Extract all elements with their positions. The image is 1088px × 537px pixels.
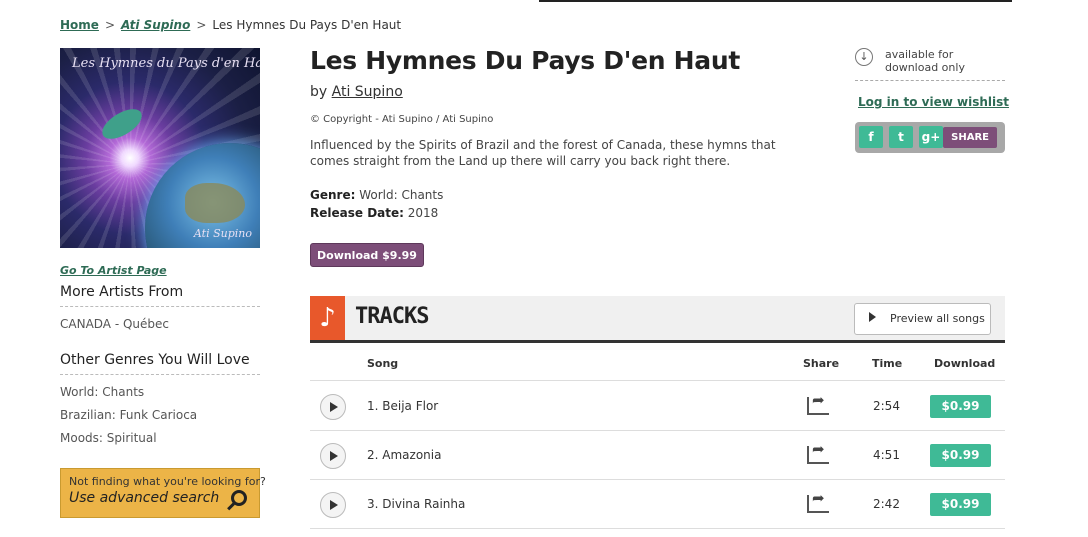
release-date-label: Release Date: — [310, 206, 404, 220]
facebook-icon[interactable]: f — [859, 126, 883, 148]
artist-link[interactable]: Ati Supino — [332, 84, 403, 100]
share-icon[interactable] — [807, 391, 829, 415]
share-icon[interactable] — [807, 440, 829, 464]
play-icon — [869, 312, 876, 322]
track-time: 4:51 — [873, 448, 900, 462]
music-note-icon: ♪ — [310, 296, 345, 340]
go-to-artist-page-link[interactable]: Go To Artist Page — [60, 264, 167, 277]
breadcrumb-artist-link[interactable]: Ati Supino — [121, 18, 190, 32]
track-title: 3. Divina Rainha — [367, 497, 466, 511]
cover-landmass — [185, 183, 245, 223]
genre-item[interactable]: Brazilian: Funk Carioca — [60, 408, 197, 422]
col-time: Time — [872, 357, 903, 370]
copyright-notice: © Copyright - Ati Supino / Ati Supino — [310, 114, 494, 125]
tracks-header-bar: ♪ TRACKS Preview all songs — [310, 296, 1005, 343]
twitter-icon[interactable]: t — [889, 126, 913, 148]
release-date-value: 2018 — [407, 206, 439, 220]
tracks-table-header: Song Share Time Download — [310, 346, 1005, 381]
more-artists-item[interactable]: CANADA - Québec — [60, 317, 169, 331]
buy-track-button[interactable]: $0.99 — [930, 444, 991, 467]
download-icon: ↓ — [855, 48, 873, 66]
col-download: Download — [934, 357, 996, 370]
play-track-button[interactable] — [320, 492, 346, 518]
genre-item[interactable]: World: Chants — [60, 385, 144, 399]
download-album-button[interactable]: Download $9.99 — [310, 243, 424, 267]
breadcrumb-separator: > — [104, 18, 115, 32]
breadcrumb-home-link[interactable]: Home — [60, 18, 99, 32]
genre-line: Genre: World: Chants — [310, 188, 443, 202]
preview-all-songs-button[interactable]: Preview all songs — [854, 303, 991, 335]
cover-title-text: Les Hymnes du Pays d'en Haut — [72, 56, 260, 71]
track-time: 2:42 — [873, 497, 900, 511]
availability-text: available for download only — [885, 48, 965, 74]
track-time: 2:54 — [873, 399, 900, 413]
album-cover[interactable]: Les Hymnes du Pays d'en Haut Ati Supino — [60, 48, 260, 248]
breadcrumb: Home > Ati Supino > Les Hymnes Du Pays D'en … — [60, 18, 401, 32]
track-title: 1. Beija Flor — [367, 399, 439, 413]
by-prefix: by — [310, 84, 328, 100]
preview-all-label: Preview all songs — [890, 312, 985, 325]
album-title: Les Hymnes Du Pays D'en Haut — [310, 46, 740, 75]
other-genres-heading: Other Genres You Will Love — [60, 352, 260, 375]
release-date-line: Release Date: 2018 — [310, 206, 438, 220]
track-title: 2. Amazonia — [367, 448, 442, 462]
col-song: Song — [367, 357, 399, 370]
genre-label: Genre: — [310, 188, 356, 202]
share-bar: f t g+ SHARE — [855, 122, 1005, 153]
play-track-button[interactable] — [320, 394, 346, 420]
share-icon[interactable] — [807, 489, 829, 513]
table-row: 1. Beija Flor 2:54 $0.99 — [310, 382, 1005, 431]
col-share: Share — [803, 357, 840, 370]
more-artists-heading: More Artists From — [60, 284, 260, 307]
breadcrumb-separator: > — [196, 18, 207, 32]
magnifier-icon[interactable] — [231, 490, 247, 506]
play-track-button[interactable] — [320, 443, 346, 469]
cover-artist-text: Ati Supino — [193, 227, 252, 240]
search-prompt: Not finding what you're looking for? — [69, 475, 266, 488]
breadcrumb-current: Les Hymnes Du Pays D'en Haut — [212, 18, 402, 32]
album-description: Influenced by the Spirits of Brazil and … — [310, 138, 776, 168]
advanced-search-link[interactable]: Use advanced search — [69, 490, 251, 506]
genre-value: World: Chants — [359, 188, 444, 202]
availability-notice: ↓ available for download only — [855, 48, 1005, 81]
share-button[interactable]: SHARE — [943, 127, 997, 148]
album-byline: by Ati Supino — [310, 84, 403, 100]
genre-item[interactable]: Moods: Spiritual — [60, 431, 157, 445]
table-row: 2. Amazonia 4:51 $0.99 — [310, 431, 1005, 480]
tracks-heading: TRACKS — [355, 304, 429, 329]
wishlist-login-link[interactable]: Log in to view wishlist — [858, 95, 1009, 109]
top-divider — [539, 0, 1012, 2]
table-row: 3. Divina Rainha 2:42 $0.99 — [310, 480, 1005, 529]
advanced-search-box[interactable]: Not finding what you're looking for? Use… — [60, 468, 266, 518]
buy-track-button[interactable]: $0.99 — [930, 395, 991, 418]
buy-track-button[interactable]: $0.99 — [930, 493, 991, 516]
google-plus-icon[interactable]: g+ — [919, 126, 943, 148]
